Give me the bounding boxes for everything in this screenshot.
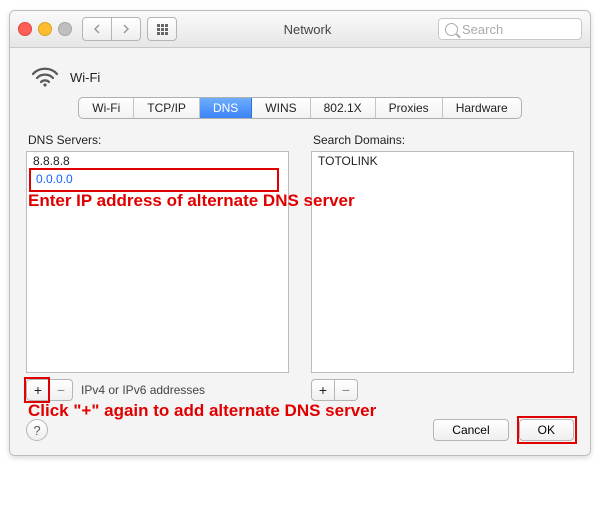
ok-button[interactable]: OK — [519, 419, 574, 441]
show-all-button[interactable] — [147, 17, 177, 41]
nav-back-forward — [82, 17, 141, 41]
close-icon[interactable] — [18, 22, 32, 36]
remove-dns-button[interactable]: − — [50, 379, 73, 401]
search-field[interactable]: Search — [438, 18, 582, 40]
tab-8021x[interactable]: 802.1X — [311, 98, 376, 118]
tab-tcpip[interactable]: TCP/IP — [134, 98, 200, 118]
footer: ? Cancel OK — [26, 419, 574, 441]
dns-hint: IPv4 or IPv6 addresses — [81, 383, 205, 397]
search-icon — [445, 23, 458, 36]
add-domain-button[interactable]: + — [311, 379, 335, 401]
annotation-enter-ip: Enter IP address of alternate DNS server — [28, 191, 355, 211]
window-title: Network — [177, 22, 438, 37]
window-controls — [18, 22, 72, 36]
search-domains-column: Search Domains: TOTOLINK + − — [311, 133, 574, 401]
remove-domain-button[interactable]: − — [335, 379, 358, 401]
minimize-icon[interactable] — [38, 22, 52, 36]
dns-server-row[interactable]: 8.8.8.8 — [27, 152, 288, 170]
forward-button[interactable] — [112, 17, 141, 41]
help-button[interactable]: ? — [26, 419, 48, 441]
dns-server-editing[interactable]: 0.0.0.0 — [30, 170, 282, 188]
tab-wifi[interactable]: Wi-Fi — [79, 98, 134, 118]
zoom-icon — [58, 22, 72, 36]
add-dns-button[interactable]: + — [26, 379, 50, 401]
annotation-click-add: Click "+" again to add alternate DNS ser… — [28, 401, 376, 421]
interface-name: Wi-Fi — [70, 70, 100, 85]
tab-proxies[interactable]: Proxies — [376, 98, 443, 118]
interface-header: Wi-Fi — [30, 64, 574, 91]
dns-servers-label: DNS Servers: — [28, 133, 289, 147]
search-placeholder: Search — [462, 22, 503, 37]
preferences-body: Wi-Fi Wi-Fi TCP/IP DNS WINS 802.1X Proxi… — [10, 48, 590, 455]
titlebar: Network Search — [10, 11, 590, 48]
back-button[interactable] — [82, 17, 112, 41]
tab-wins[interactable]: WINS — [252, 98, 310, 118]
dns-servers-list[interactable]: 8.8.8.8 0.0.0.0 — [26, 151, 289, 373]
grid-icon — [157, 24, 168, 35]
tab-hardware[interactable]: Hardware — [443, 98, 521, 118]
cancel-button[interactable]: Cancel — [433, 419, 508, 441]
wifi-icon — [30, 64, 60, 91]
dns-servers-column: DNS Servers: 8.8.8.8 0.0.0.0 + − IPv4 or… — [26, 133, 289, 401]
search-domains-list[interactable]: TOTOLINK — [311, 151, 574, 373]
tab-dns[interactable]: DNS — [200, 98, 252, 118]
search-domain-row[interactable]: TOTOLINK — [312, 152, 573, 170]
network-preferences-window: Network Search Wi-Fi Wi-Fi TCP/IP DNS WI… — [9, 10, 591, 456]
tabbar: Wi-Fi TCP/IP DNS WINS 802.1X Proxies Har… — [26, 97, 574, 119]
search-domains-label: Search Domains: — [313, 133, 574, 147]
